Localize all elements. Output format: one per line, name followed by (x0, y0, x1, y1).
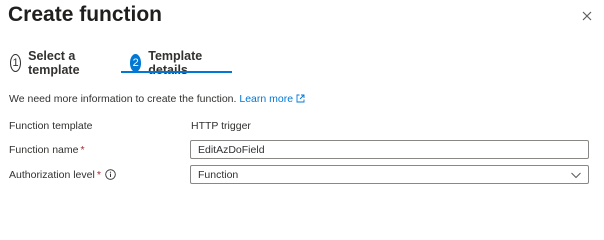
step-number-2: 2 (130, 54, 142, 72)
required-marker: * (96, 169, 101, 181)
function-template-label: Function template (9, 120, 93, 132)
function-name-label-row: Function name * (9, 143, 85, 157)
close-icon[interactable] (579, 8, 595, 24)
authorization-level-label-row: Authorization level * (9, 168, 116, 184)
info-text: We need more information to create the f… (9, 93, 237, 105)
function-name-label: Function name (9, 144, 79, 156)
panel-title: Create function (8, 3, 163, 26)
learn-more-label: Learn more (239, 93, 294, 105)
function-name-input[interactable] (190, 140, 589, 159)
authorization-level-value: Function (198, 168, 239, 181)
external-link-icon (296, 93, 305, 107)
function-template-value: HTTP trigger (191, 120, 251, 132)
chevron-down-icon (570, 170, 582, 183)
info-icon[interactable] (105, 169, 116, 184)
authorization-level-label: Authorization level (9, 169, 95, 181)
create-function-panel: Create function 1 Select a template 2 Te… (0, 0, 604, 201)
learn-more-link[interactable]: Learn more (239, 93, 305, 105)
active-step-indicator (121, 71, 232, 73)
step-label-select-template: Select a template (28, 49, 80, 77)
info-message: We need more information to create the f… (9, 92, 305, 107)
required-marker: * (80, 144, 85, 156)
authorization-level-dropdown[interactable]: Function (190, 165, 589, 184)
step-select-template[interactable]: 1 Select a template (10, 49, 86, 77)
step-number-1: 1 (10, 54, 22, 72)
